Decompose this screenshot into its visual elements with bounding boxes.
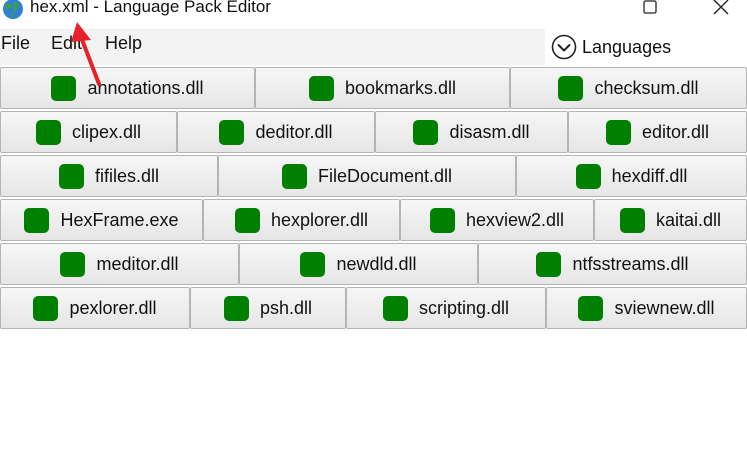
module-label: FileDocument.dll	[317, 165, 453, 186]
module-button-fifiles[interactable]: fifiles.dll	[0, 155, 218, 197]
module-label: editor.dll	[641, 121, 710, 142]
module-label: annotations.dll	[87, 77, 204, 98]
module-row: annotations.dll bookmarks.dll checksum.d…	[0, 67, 747, 111]
status-indicator	[281, 163, 307, 189]
module-label: hexview2.dll	[465, 209, 565, 230]
status-indicator	[558, 75, 584, 101]
module-button-bookmarks[interactable]: bookmarks.dll	[255, 67, 510, 109]
module-label: hexdiff.dll	[611, 165, 688, 186]
menu-help[interactable]: Help	[105, 29, 142, 57]
module-button-ntfsstreams[interactable]: ntfsstreams.dll	[478, 243, 747, 285]
maximize-button[interactable]	[627, 0, 673, 20]
close-icon	[713, 0, 729, 15]
status-indicator	[24, 207, 50, 233]
window-title: hex.xml - Language Pack Editor	[30, 0, 271, 16]
module-row: clipex.dll deditor.dll disasm.dll editor…	[0, 111, 747, 155]
menu-bar: File Edit Help Languages	[0, 29, 747, 65]
module-label: checksum.dll	[594, 77, 699, 98]
status-indicator	[382, 295, 408, 321]
chevron-down-circle-icon	[551, 34, 577, 60]
module-label: psh.dll	[259, 297, 313, 318]
module-label: kaitai.dll	[655, 209, 722, 230]
menu-edit[interactable]: Edit	[51, 29, 82, 57]
module-row: meditor.dll newdld.dll ntfsstreams.dll	[0, 243, 747, 287]
status-indicator	[300, 251, 326, 277]
module-label: HexFrame.exe	[60, 209, 179, 230]
module-label: meditor.dll	[96, 253, 179, 274]
module-label: sviewnew.dll	[614, 297, 715, 318]
module-button-checksum[interactable]: checksum.dll	[510, 67, 747, 109]
close-button[interactable]	[698, 0, 744, 20]
module-label: hexplorer.dll	[270, 209, 369, 230]
module-button-editor[interactable]: editor.dll	[568, 111, 747, 153]
module-row: HexFrame.exe hexplorer.dll hexview2.dll …	[0, 199, 747, 243]
module-grid: annotations.dll bookmarks.dll checksum.d…	[0, 67, 747, 331]
module-button-psh[interactable]: psh.dll	[190, 287, 346, 329]
module-button-hexdiff[interactable]: hexdiff.dll	[516, 155, 747, 197]
status-indicator	[578, 295, 604, 321]
module-button-hexframe[interactable]: HexFrame.exe	[0, 199, 203, 241]
module-label: pexlorer.dll	[69, 297, 157, 318]
maximize-icon	[643, 0, 657, 14]
module-label: deditor.dll	[255, 121, 333, 142]
module-label: newdld.dll	[336, 253, 417, 274]
status-indicator	[219, 119, 245, 145]
module-label: scripting.dll	[418, 297, 510, 318]
module-button-filedocument[interactable]: FileDocument.dll	[218, 155, 516, 197]
status-indicator	[429, 207, 455, 233]
module-label: fifiles.dll	[94, 165, 160, 186]
status-indicator	[619, 207, 645, 233]
module-button-scripting[interactable]: scripting.dll	[346, 287, 546, 329]
module-label: clipex.dll	[71, 121, 142, 142]
status-indicator	[605, 119, 631, 145]
module-button-annotations[interactable]: annotations.dll	[0, 67, 255, 109]
module-button-disasm[interactable]: disasm.dll	[375, 111, 568, 153]
module-row: fifiles.dll FileDocument.dll hexdiff.dll	[0, 155, 747, 199]
status-indicator	[33, 295, 59, 321]
status-indicator	[234, 207, 260, 233]
status-indicator	[51, 75, 77, 101]
module-label: bookmarks.dll	[344, 77, 457, 98]
module-button-clipex[interactable]: clipex.dll	[0, 111, 177, 153]
module-label: ntfsstreams.dll	[572, 253, 689, 274]
status-indicator	[575, 163, 601, 189]
module-button-hexview2[interactable]: hexview2.dll	[400, 199, 594, 241]
module-button-deditor[interactable]: deditor.dll	[177, 111, 375, 153]
menu-file[interactable]: File	[1, 29, 30, 57]
status-indicator	[308, 75, 334, 101]
globe-icon	[3, 0, 23, 19]
module-label: disasm.dll	[449, 121, 530, 142]
module-button-hexplorer[interactable]: hexplorer.dll	[203, 199, 400, 241]
status-indicator	[223, 295, 249, 321]
module-button-pexlorer[interactable]: pexlorer.dll	[0, 287, 190, 329]
module-button-sviewnew[interactable]: sviewnew.dll	[546, 287, 747, 329]
module-button-meditor[interactable]: meditor.dll	[0, 243, 239, 285]
module-row: pexlorer.dll psh.dll scripting.dll sview…	[0, 287, 747, 331]
languages-label: Languages	[582, 37, 672, 57]
status-indicator	[536, 251, 562, 277]
status-indicator	[35, 119, 61, 145]
module-button-kaitai[interactable]: kaitai.dll	[594, 199, 747, 241]
module-button-newdld[interactable]: newdld.dll	[239, 243, 478, 285]
status-indicator	[60, 251, 86, 277]
languages-dropdown[interactable]: Languages	[545, 29, 747, 65]
title-bar: hex.xml - Language Pack Editor	[0, 0, 747, 20]
status-indicator	[58, 163, 84, 189]
status-indicator	[413, 119, 439, 145]
